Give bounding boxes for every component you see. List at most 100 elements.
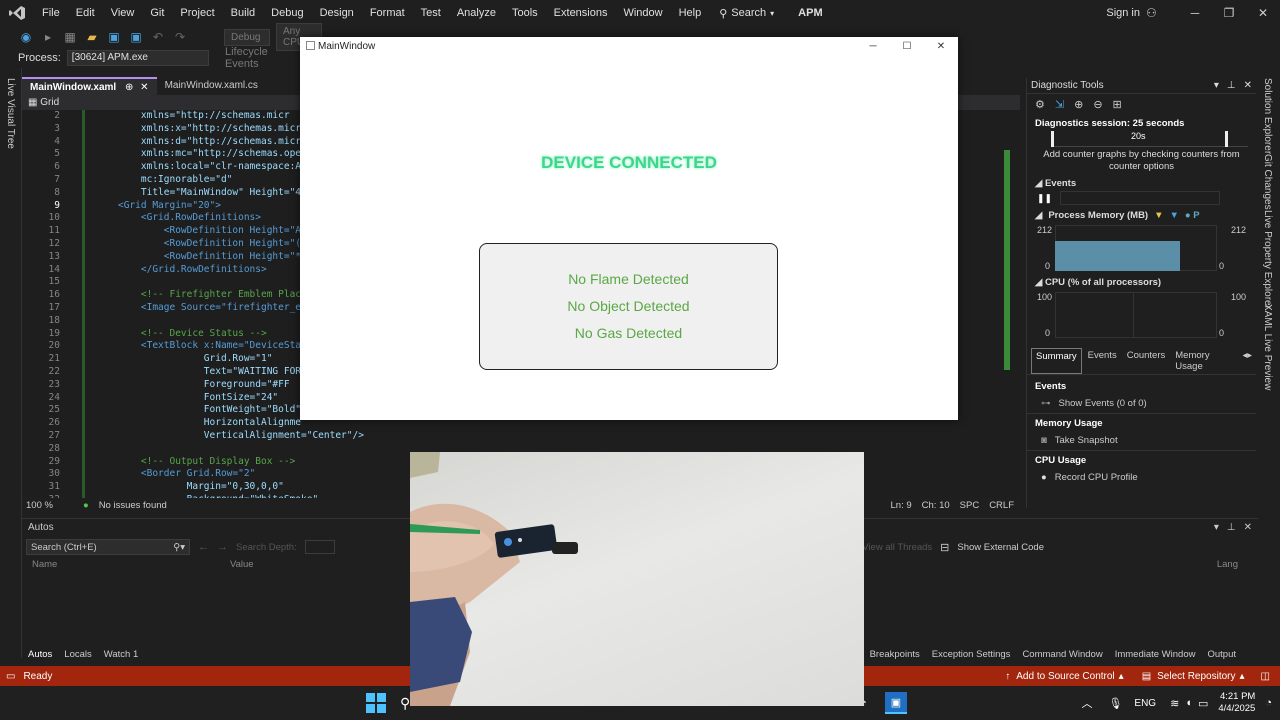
tab-autos[interactable]: Autos xyxy=(22,649,58,660)
tab-immediate-window[interactable]: Immediate Window xyxy=(1109,649,1202,660)
lifecycle-events-button[interactable]: Lifecycle Events xyxy=(225,46,300,70)
wifi-icon[interactable]: ≋ xyxy=(1170,697,1179,710)
tab-counters[interactable]: Counters xyxy=(1123,348,1170,374)
menu-analyze[interactable]: Analyze xyxy=(449,0,504,26)
tab-mainwindow-xaml[interactable]: MainWindow.xaml ⊕ ✕ xyxy=(22,77,157,95)
menu-edit[interactable]: Edit xyxy=(68,0,103,26)
save-icon[interactable]: ▣ xyxy=(106,30,122,44)
menu-format[interactable]: Format xyxy=(362,0,413,26)
solution-explorer-tab[interactable]: Solution Explorer xyxy=(1262,78,1273,154)
minimize-icon[interactable]: ─ xyxy=(856,41,890,52)
account-icon[interactable]: ⚇ xyxy=(1146,6,1166,20)
zoom-in-icon[interactable]: ⊕ xyxy=(1074,98,1083,111)
show-external-code-button[interactable]: Show External Code xyxy=(957,542,1044,553)
record-cpu-profile-button[interactable]: ● Record CPU Profile xyxy=(1027,468,1256,487)
back-icon[interactable]: ◉ xyxy=(18,30,34,44)
tab-exception-settings[interactable]: Exception Settings xyxy=(926,649,1017,660)
xaml-live-preview-tab[interactable]: XAML Live Preview xyxy=(1262,304,1273,390)
battery-icon[interactable]: ▭ xyxy=(1198,697,1208,710)
close-icon[interactable]: ✕ xyxy=(1244,80,1252,91)
sign-in-link[interactable]: Sign in xyxy=(1106,7,1140,19)
tab-watch-1[interactable]: Watch 1 xyxy=(98,649,145,660)
redo-icon[interactable]: ↷ xyxy=(172,30,188,44)
timeline-ruler[interactable]: 20s xyxy=(1051,131,1248,147)
menu-tools[interactable]: Tools xyxy=(504,0,546,26)
dropdown-icon[interactable]: ▾ xyxy=(1214,522,1219,533)
menu-build[interactable]: Build xyxy=(223,0,263,26)
tab-command-window[interactable]: Command Window xyxy=(1016,649,1108,660)
zoom-level[interactable]: 100 % xyxy=(26,500,53,511)
code-line[interactable]: 27 VerticalAlignment="Center"/> xyxy=(22,430,1020,443)
collapse-icon[interactable]: ◢ xyxy=(1035,178,1042,189)
pin-icon[interactable]: ⊕ xyxy=(125,82,133,93)
forward-icon[interactable]: ▸ xyxy=(40,30,56,44)
pause-icon[interactable]: ❚❚ xyxy=(1037,193,1052,204)
column-value[interactable]: Value xyxy=(230,559,254,570)
add-to-source-control-button[interactable]: Add to Source Control xyxy=(1016,671,1114,682)
visual-studio-app-icon[interactable]: ▣ xyxy=(884,692,907,714)
whitespace-mode[interactable]: SPC xyxy=(960,500,980,511)
live-visual-tree-tab[interactable]: Live Visual Tree xyxy=(5,78,16,149)
tab-summary[interactable]: Summary xyxy=(1031,348,1082,374)
restore-icon[interactable]: ❐ xyxy=(1212,6,1246,20)
close-icon[interactable]: ✕ xyxy=(1246,6,1280,20)
tab-locals[interactable]: Locals xyxy=(58,649,97,660)
search-button[interactable]: ⚲ Search ▾ xyxy=(719,7,774,20)
view-all-threads-button[interactable]: View all Threads xyxy=(862,542,932,553)
collapse-icon[interactable]: ◢ xyxy=(1035,210,1042,221)
pin-icon[interactable]: ⊥ xyxy=(1227,80,1236,91)
close-icon[interactable]: ✕ xyxy=(1244,522,1252,533)
take-snapshot-button[interactable]: ◙ Take Snapshot xyxy=(1027,431,1256,450)
close-icon[interactable]: ✕ xyxy=(924,41,958,52)
settings-icon[interactable]: ⚙ xyxy=(1035,98,1045,111)
line-ending[interactable]: CRLF xyxy=(989,500,1014,511)
menu-file[interactable]: File xyxy=(34,0,68,26)
timeline-start-handle[interactable] xyxy=(1051,131,1054,147)
collapse-icon[interactable]: ◢ xyxy=(1035,277,1042,288)
configuration-dropdown[interactable]: Debug xyxy=(224,28,270,46)
tab-breakpoints[interactable]: Breakpoints xyxy=(864,649,926,660)
git-changes-tab[interactable]: Git Changes xyxy=(1262,154,1273,210)
input-language[interactable]: ENG xyxy=(1134,698,1156,709)
microphone-icon[interactable]: 🎙︎ xyxy=(1108,697,1122,710)
undo-icon[interactable]: ↶ xyxy=(150,30,166,44)
search-depth-dropdown[interactable] xyxy=(304,540,335,554)
process-dropdown[interactable]: [30624] APM.exe xyxy=(66,50,209,66)
zoom-out-icon[interactable]: ⊖ xyxy=(1093,98,1102,111)
menu-test[interactable]: Test xyxy=(413,0,449,26)
tab-memory-usage[interactable]: Memory Usage xyxy=(1171,348,1236,374)
pin-icon[interactable]: ⊥ xyxy=(1227,522,1236,533)
export-icon[interactable]: ⇲ xyxy=(1055,98,1064,111)
new-item-icon[interactable]: ▦ xyxy=(62,30,78,44)
tab-output[interactable]: Output xyxy=(1201,649,1242,660)
timeline-end-handle[interactable] xyxy=(1225,131,1228,147)
volume-icon[interactable]: ◖ xyxy=(1185,697,1192,709)
autos-search-input[interactable]: Search (Ctrl+E) ⚲▾ xyxy=(26,539,190,555)
column-lang[interactable]: Lang xyxy=(1217,559,1238,570)
notifications-icon[interactable]: ◫ xyxy=(1261,671,1270,682)
menu-view[interactable]: View xyxy=(103,0,143,26)
select-repository-button[interactable]: Select Repository xyxy=(1157,671,1235,682)
maximize-icon[interactable]: ☐ xyxy=(890,41,924,52)
editor-scrollbar[interactable] xyxy=(1004,150,1010,370)
search-icon[interactable]: ⚲ xyxy=(400,695,410,712)
start-icon[interactable] xyxy=(366,693,386,713)
menu-git[interactable]: Git xyxy=(142,0,172,26)
window-titlebar[interactable]: MainWindow ─ ☐ ✕ xyxy=(300,37,958,55)
issues-status[interactable]: No issues found xyxy=(99,500,167,511)
tab-scroll-icon[interactable]: ◂▸ xyxy=(1238,348,1256,374)
notification-bell-icon[interactable]: ◔ xyxy=(1265,697,1272,709)
forward-arrow-icon[interactable]: → xyxy=(217,541,228,553)
column-name[interactable]: Name xyxy=(32,559,230,570)
minimize-icon[interactable]: ─ xyxy=(1178,6,1212,20)
tab-events[interactable]: Events xyxy=(1084,348,1121,374)
menu-window[interactable]: Window xyxy=(615,0,670,26)
menu-project[interactable]: Project xyxy=(172,0,222,26)
show-events-link[interactable]: ⊶ Show Events (0 of 0) xyxy=(1027,394,1256,413)
clock[interactable]: 4:21 PM 4/4/2025 xyxy=(1218,691,1255,715)
menu-help[interactable]: Help xyxy=(671,0,710,26)
tab-mainwindow-xaml-cs[interactable]: MainWindow.xaml.cs xyxy=(157,77,266,95)
save-all-icon[interactable]: ▣ xyxy=(128,30,144,44)
open-folder-icon[interactable]: ▰ xyxy=(84,30,100,44)
back-arrow-icon[interactable]: ← xyxy=(198,541,209,553)
